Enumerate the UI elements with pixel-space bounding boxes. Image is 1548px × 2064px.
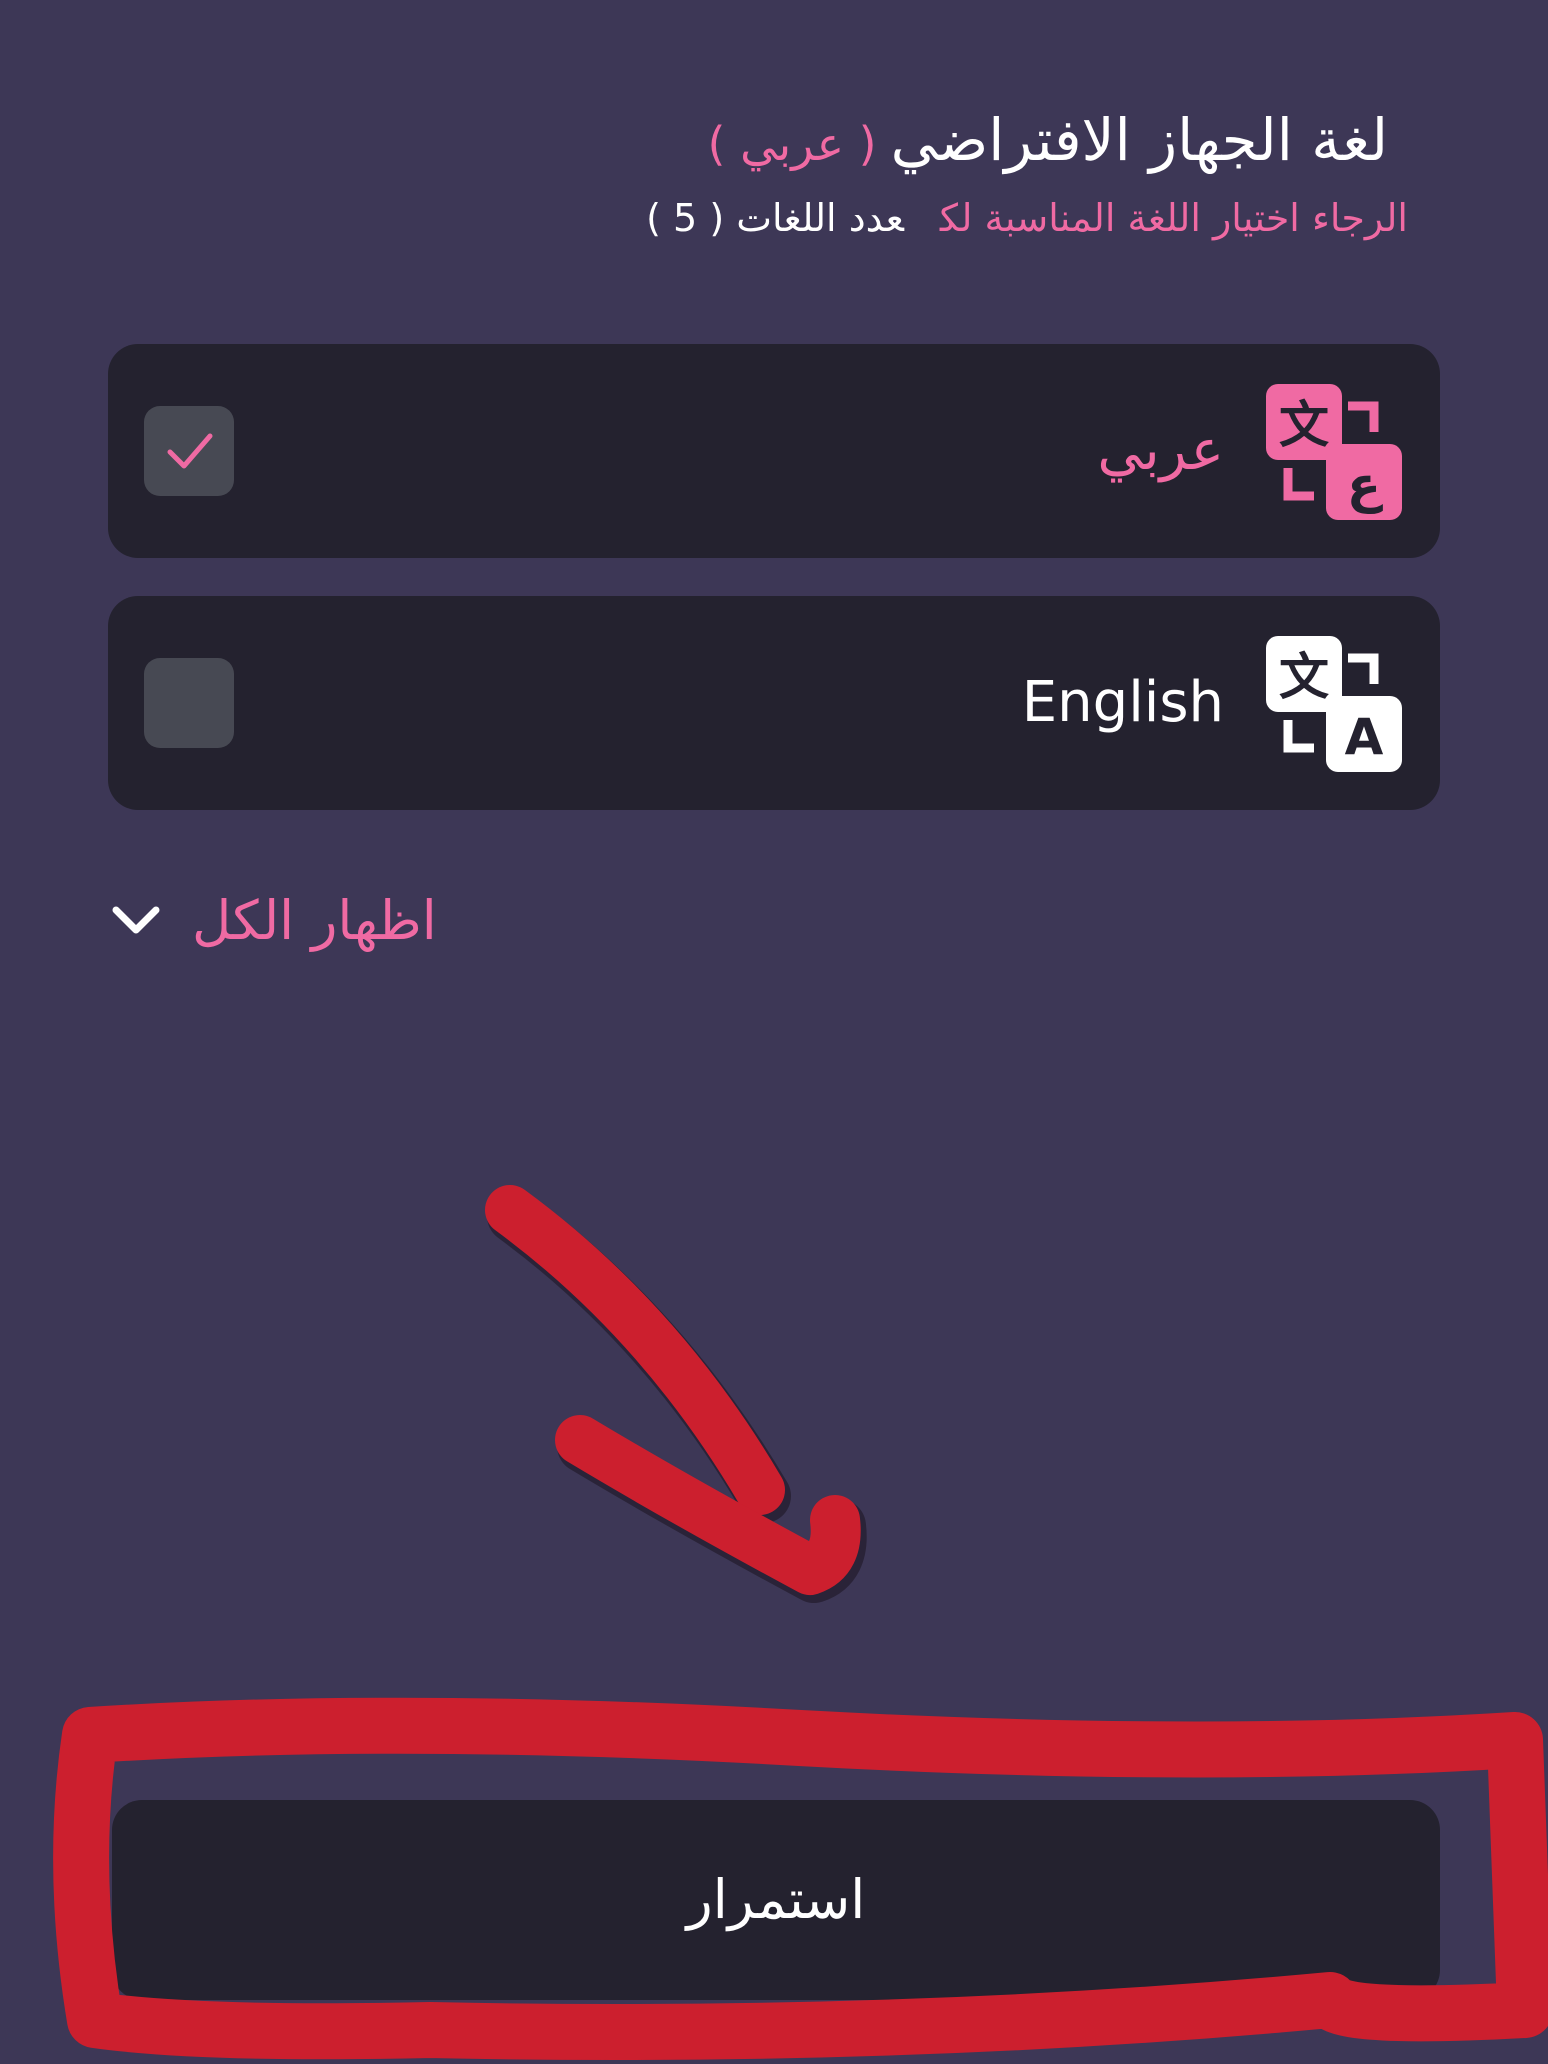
show-all-toggle[interactable]: اظهار الكل bbox=[108, 880, 437, 960]
translate-english-icon: 文 A bbox=[1266, 636, 1402, 772]
translate-arabic-icon: 文 ع bbox=[1266, 384, 1402, 520]
checkbox-english[interactable] bbox=[144, 658, 234, 748]
svg-text:A: A bbox=[1345, 708, 1384, 766]
annotation-overlay bbox=[53, 1185, 1548, 2060]
checkmark-icon bbox=[167, 433, 213, 469]
continue-button[interactable]: استمرار bbox=[112, 1800, 1440, 2000]
page-title: لغة الجهاز الافتراضي( عربي ) bbox=[88, 100, 1389, 184]
current-language: ( عربي ) bbox=[707, 117, 877, 171]
language-label-english: English bbox=[1021, 670, 1224, 735]
page-header: لغة الجهاز الافتراضي( عربي ) bbox=[88, 100, 1389, 184]
chevron-down-icon bbox=[108, 900, 164, 940]
svg-text:ع: ع bbox=[1347, 456, 1383, 514]
select-hint: الرجاء اختيار اللغة المناسبة لك bbox=[939, 196, 1408, 240]
title-text: لغة الجهاز الافتراضي bbox=[890, 106, 1388, 174]
language-option-arabic[interactable]: 文 ع عربي bbox=[108, 344, 1440, 558]
language-count: عدد اللغات ( 5 ) bbox=[646, 196, 904, 240]
svg-text:文: 文 bbox=[1279, 648, 1329, 706]
annotation-arrow bbox=[485, 1185, 861, 1595]
language-label-arabic: عربي bbox=[1097, 418, 1224, 483]
language-option-english[interactable]: 文 A English bbox=[108, 596, 1440, 810]
page-subtitle: الرجاء اختيار اللغة المناسبة لك عدد اللغا… bbox=[646, 190, 1408, 246]
svg-text:文: 文 bbox=[1279, 396, 1329, 454]
show-all-label: اظهار الكل bbox=[192, 888, 437, 952]
checkbox-arabic[interactable] bbox=[144, 406, 234, 496]
